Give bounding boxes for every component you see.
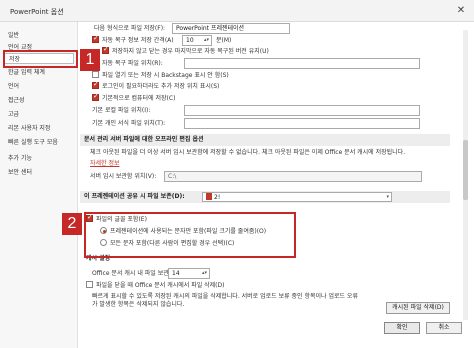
spinner-arrows-icon[interactable]: ▴▾	[202, 269, 207, 278]
default-pc-row: 기본적으로 컴퓨터에 저장(C)	[92, 92, 176, 103]
save-format-dropdown[interactable]: PowerPoint 프레젠테이션	[172, 23, 290, 34]
fidelity-document-value: 2!	[214, 194, 221, 201]
sidebar-item-ime[interactable]: 한글 입력 체계	[8, 67, 45, 78]
scrollbar-thumb[interactable]	[463, 140, 468, 200]
save-format-value: PowerPoint 프레젠테이션	[176, 25, 245, 32]
sidebar-item-accessibility[interactable]: 접근성	[8, 95, 25, 106]
default-pc-checkbox[interactable]	[92, 92, 99, 101]
keep-last-label: 저장하지 않고 닫는 경우 마지막으로 자동 복구된 버전 유지(U)	[112, 48, 269, 55]
delete-on-close-row: 파일을 닫을 때 Office 문서 캐시에서 파일 삭제(D)	[86, 281, 225, 290]
default-local-field[interactable]	[184, 105, 420, 116]
title-bar: PowerPoint 옵션 ✕	[0, 0, 474, 22]
sidebar-item-qat[interactable]: 빠른 실행 도구 모음	[8, 137, 58, 148]
extra-locations-label: 로그인이 필요하더라도 추가 저장 위치 표시(S)	[102, 83, 220, 90]
default-personal-field[interactable]	[184, 118, 420, 129]
spinner-arrows-icon[interactable]: ▴▾	[204, 36, 209, 45]
server-drafts-field[interactable]: C:\	[164, 171, 422, 182]
fidelity-document-dropdown[interactable]: 2! ▾	[202, 192, 392, 202]
autosave-row: 자동 복구 정보 저장 간격(A)	[92, 34, 174, 45]
server-drafts-label: 서버 임시 보관함 위치(V):	[90, 173, 157, 180]
more-info-link[interactable]: 자세한 정보	[90, 159, 120, 168]
cache-days-stepper[interactable]: 14 ▴▾	[168, 268, 210, 279]
no-backstage-row: 파일 열기 또는 저장 시 Backstage 표시 안 함(S)	[92, 71, 229, 80]
window-title: PowerPoint 옵션	[10, 8, 64, 16]
options-scrollbar[interactable]	[463, 30, 468, 320]
delete-on-close-label: 파일을 닫을 때 Office 문서 캐시에서 파일 삭제(D)	[96, 282, 225, 289]
save-format-label: 다음 형식으로 파일 저장(F):	[94, 25, 166, 32]
default-local-label: 기본 로컬 파일 위치(I):	[92, 107, 151, 114]
autosave-checkbox[interactable]	[92, 34, 99, 43]
autosave-minutes-value: 10	[186, 37, 194, 44]
recovery-path-label: 자동 복구 파일 위치(R):	[102, 60, 163, 67]
delete-on-close-checkbox[interactable]	[86, 281, 93, 288]
cache-description: 빠르게 표시할 수 있도록 저장된 캐시의 파일을 삭제합니다. 서버로 업로드…	[92, 293, 358, 308]
keep-last-row: 저장하지 않고 닫는 경우 마지막으로 자동 복구된 버전 유지(U)	[102, 45, 269, 56]
callout-badge-2: 2	[62, 213, 82, 235]
delete-cached-files-button[interactable]: 캐시된 파일 삭제(D)	[386, 302, 450, 314]
autosave-minutes-stepper[interactable]: 10 ▴▾	[182, 35, 212, 46]
save-options-panel: 다음 형식으로 파일 저장(F): PowerPoint 프레젠테이션 자동 복…	[80, 22, 474, 348]
close-icon[interactable]: ✕	[454, 4, 468, 18]
keep-last-checkbox[interactable]	[102, 45, 109, 54]
autosave-unit: 분(M)	[216, 37, 232, 44]
sidebar-item-advanced[interactable]: 고급	[8, 109, 19, 120]
default-pc-label: 기본적으로 컴퓨터에 저장(C)	[102, 95, 176, 102]
cache-days-value: 14	[172, 270, 180, 277]
ok-button[interactable]: 확인	[384, 322, 420, 334]
sidebar-item-language[interactable]: 언어	[8, 81, 19, 92]
autosave-label: 자동 복구 정보 저장 간격(A)	[102, 37, 174, 44]
options-sidebar: 일반 언어 교정 저장 한글 입력 체계 언어 접근성 고급 리본 사용자 지정…	[0, 22, 78, 348]
no-backstage-checkbox[interactable]	[92, 71, 99, 78]
callout-box-save	[3, 50, 78, 68]
fidelity-header-label: 이 프레젠테이션 공유 시 파일 보존(D):	[84, 193, 185, 200]
offline-description: 체크 아웃된 파일을 더 이상 서버 임시 보관함에 저장할 수 없습니다. 체…	[90, 149, 406, 156]
recovery-path-field[interactable]	[184, 58, 420, 69]
chevron-down-icon: ▾	[386, 194, 389, 200]
sidebar-item-addins[interactable]: 추가 기능	[8, 153, 32, 164]
sidebar-item-general[interactable]: 일반	[8, 30, 19, 41]
offline-section-header: 문서 관리 서버 파일에 대한 오프라인 편집 옵션	[80, 134, 450, 146]
default-personal-label: 기본 개인 서식 파일 위치(T):	[92, 120, 166, 127]
extra-locations-checkbox[interactable]	[92, 80, 99, 89]
cancel-button[interactable]: 취소	[426, 322, 462, 334]
callout-box-embed-fonts	[84, 212, 296, 258]
sidebar-item-trust-center[interactable]: 보안 센터	[8, 167, 32, 178]
no-backstage-label: 파일 열기 또는 저장 시 Backstage 표시 안 함(S)	[102, 72, 229, 79]
presentation-file-icon	[206, 193, 212, 200]
extra-locations-row: 로그인이 필요하더라도 추가 저장 위치 표시(S)	[92, 80, 220, 91]
sidebar-item-ribbon[interactable]: 리본 사용자 지정	[8, 123, 50, 134]
server-drafts-value: C:\	[168, 173, 177, 180]
